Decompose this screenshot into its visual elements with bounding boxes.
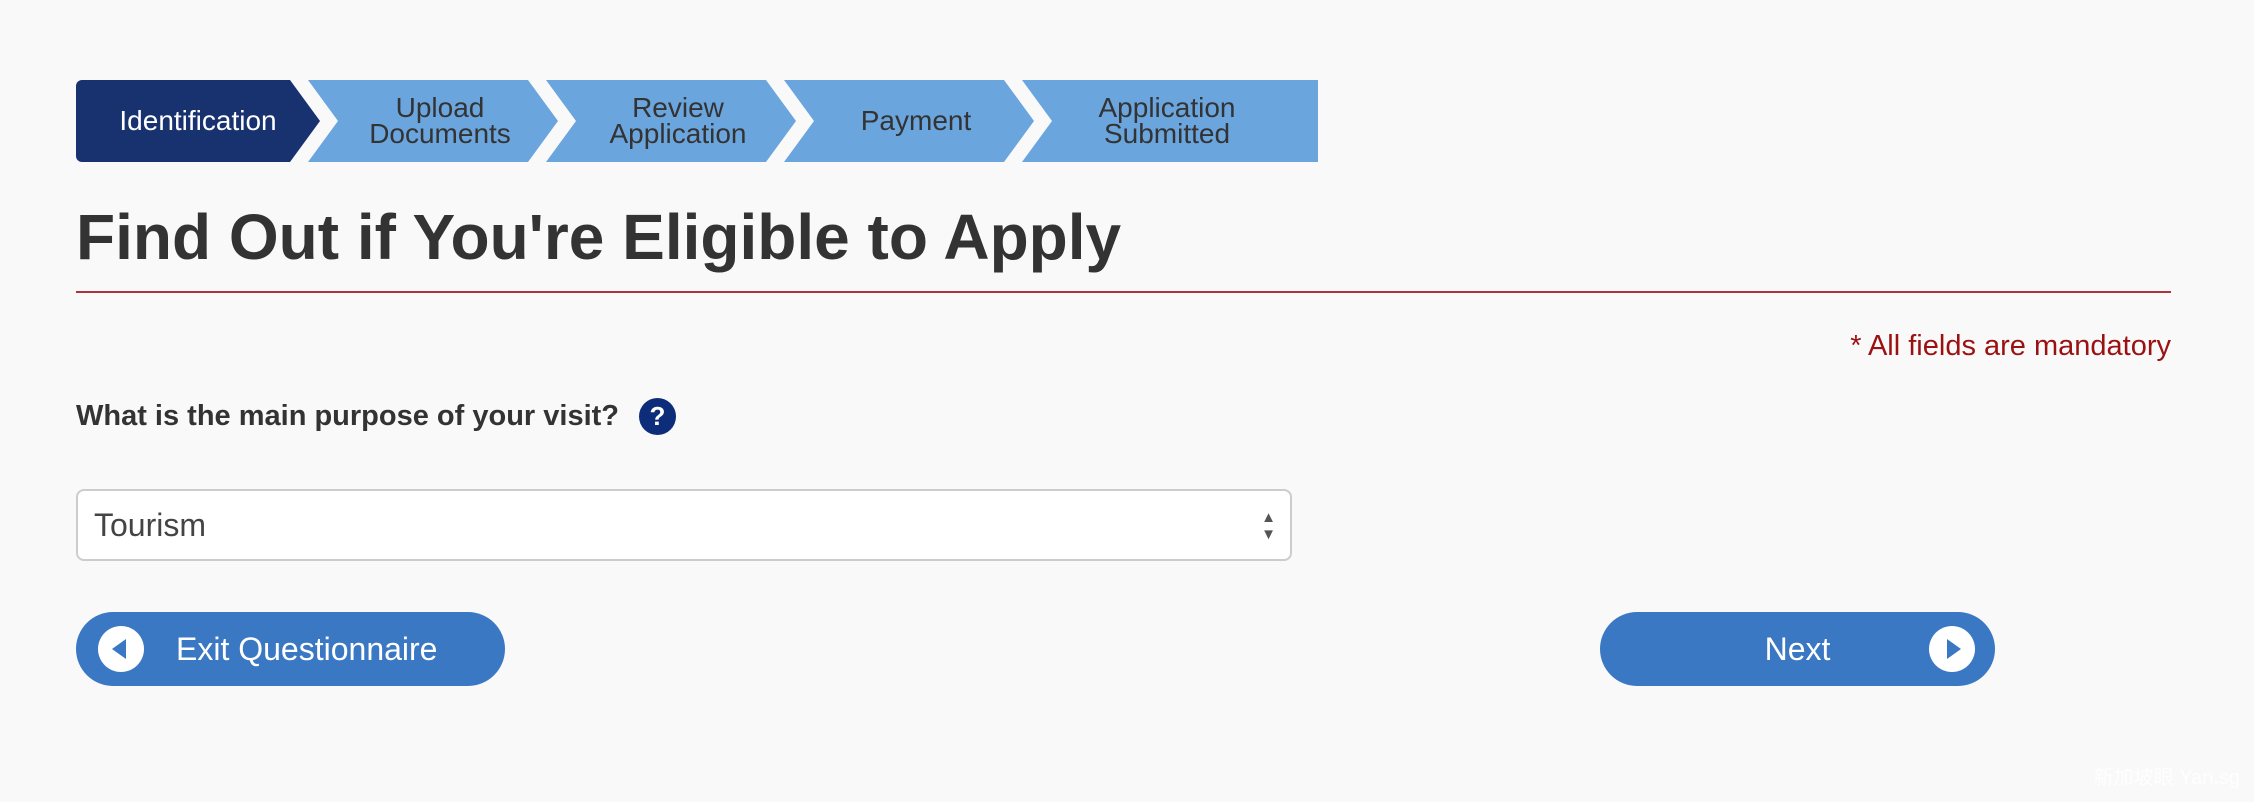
step-upload-documents: Upload Documents: [308, 80, 558, 162]
next-button[interactable]: Next: [1600, 612, 1995, 686]
mandatory-note: * All fields are mandatory: [1850, 330, 2171, 362]
watermark: 新加坡眼 Yan.sg: [2093, 767, 2240, 789]
help-icon[interactable]: ?: [639, 398, 676, 435]
step-application-submitted: Application Submitted: [1022, 80, 1318, 162]
select-arrows-icon: ▲ ▼: [1261, 509, 1276, 543]
purpose-select[interactable]: Tourism ▲ ▼: [76, 489, 1292, 561]
progress-stepper: Identification Upload Documents Review A…: [76, 80, 1360, 162]
page-title: Find Out if You're Eligible to Apply: [76, 201, 1122, 273]
question-label: What is the main purpose of your visit? …: [76, 398, 676, 435]
arrow-right-icon: [1929, 626, 1975, 672]
step-review-application: Review Application: [546, 80, 796, 162]
exit-label: Exit Questionnaire: [176, 630, 438, 667]
step-payment: Payment: [784, 80, 1034, 162]
question-text: What is the main purpose of your visit?: [76, 400, 619, 432]
arrow-left-icon: [98, 626, 144, 672]
title-divider: [76, 291, 2171, 293]
exit-questionnaire-button[interactable]: Exit Questionnaire: [76, 612, 505, 686]
next-label: Next: [1764, 630, 1831, 667]
step-identification: Identification: [76, 80, 320, 162]
purpose-select-value: Tourism: [94, 506, 207, 543]
